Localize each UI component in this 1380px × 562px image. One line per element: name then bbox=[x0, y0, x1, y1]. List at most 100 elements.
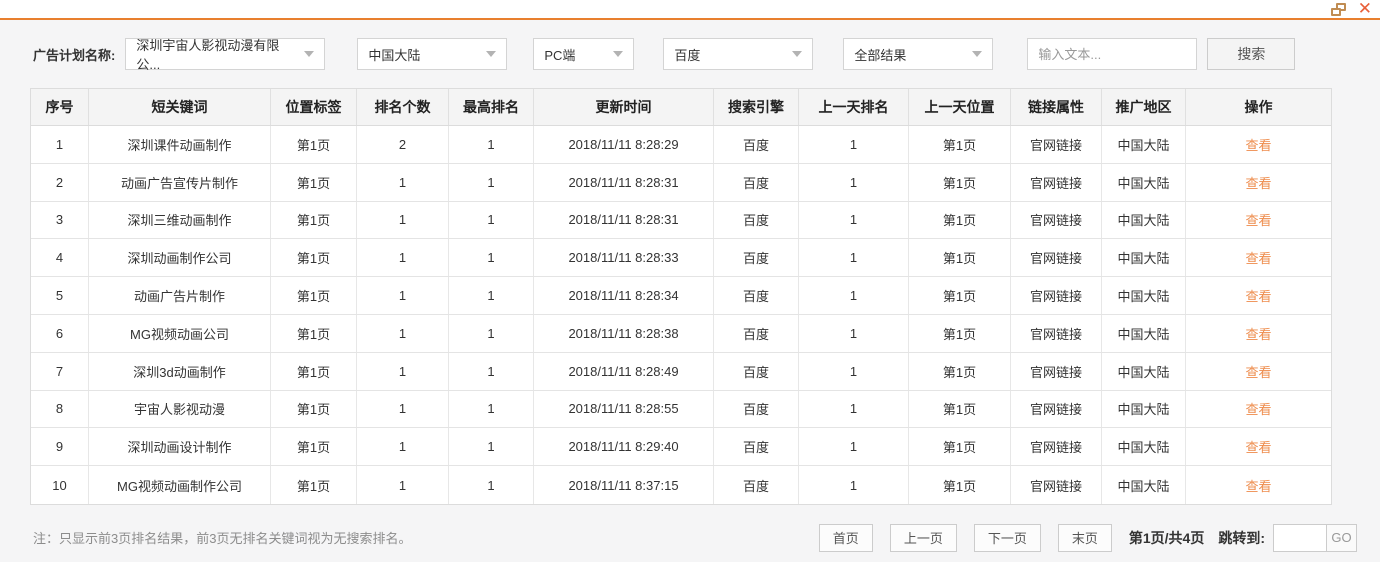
plan-name-label: 广告计划名称: bbox=[33, 47, 116, 63]
cell-link-attribute: 官网链接 bbox=[1011, 466, 1102, 504]
page-info: 第1页/共4页 bbox=[1128, 529, 1205, 546]
table-row: 8 宇宙人影视动漫 第1页 1 1 2018/11/11 8:28:55 百度 1 第1页 官网链… bbox=[31, 390, 1331, 429]
pagination: 首页 上一页 下一页 末页 第1页/共4页 跳转到: GO bbox=[802, 523, 1357, 552]
prev-page-button[interactable]: 上一页 bbox=[889, 523, 957, 552]
cell-update-time: 2018/11/11 8:28:55 bbox=[534, 390, 714, 428]
cell-keyword: 宇宙人影视动漫 bbox=[89, 390, 271, 428]
go-button[interactable]: GO bbox=[1326, 524, 1356, 551]
view-link[interactable]: 查看 bbox=[1245, 286, 1271, 305]
filter-bar: 广告计划名称: 深圳宇宙人影视动漫有限公... 中国大陆 PC端 百度 全部结果… bbox=[33, 38, 1380, 72]
jump-page-input[interactable] bbox=[1274, 524, 1326, 551]
cell-search-engine: 百度 bbox=[714, 163, 799, 201]
cell-link-attribute: 官网链接 bbox=[1011, 390, 1102, 428]
chevron-down-icon bbox=[613, 51, 624, 57]
next-page-button[interactable]: 下一页 bbox=[973, 523, 1041, 552]
cell-keyword: MG视频动画公司 bbox=[89, 314, 271, 352]
cell-best-rank: 1 bbox=[449, 314, 534, 352]
close-window-button[interactable]: ✕ bbox=[1358, 0, 1372, 18]
cell-search-engine: 百度 bbox=[714, 390, 799, 428]
view-link[interactable]: 查看 bbox=[1245, 135, 1271, 154]
cell-action: 查看 bbox=[1186, 277, 1331, 314]
cell-index: 6 bbox=[31, 314, 89, 352]
cell-search-engine: 百度 bbox=[714, 466, 799, 504]
cell-prev-day-rank: 1 bbox=[799, 163, 909, 201]
cell-search-engine: 百度 bbox=[714, 239, 799, 277]
cell-keyword: 深圳课件动画制作 bbox=[89, 126, 271, 163]
cell-search-engine: 百度 bbox=[714, 126, 799, 163]
cell-link-attribute: 官网链接 bbox=[1011, 163, 1102, 201]
cell-link-attribute: 官网链接 bbox=[1011, 126, 1102, 163]
cell-search-engine: 百度 bbox=[714, 277, 799, 314]
cell-update-time: 2018/11/11 8:28:31 bbox=[534, 163, 714, 201]
column-header-rank-count: 排名个数 bbox=[357, 89, 449, 125]
chevron-down-icon bbox=[304, 51, 315, 57]
column-header-prev-day-rank: 上一天排名 bbox=[799, 89, 909, 125]
search-button[interactable]: 搜索 bbox=[1207, 38, 1296, 70]
titlebar: ✕ bbox=[0, 0, 1380, 20]
view-link[interactable]: 查看 bbox=[1245, 437, 1271, 456]
cell-prev-day-rank: 1 bbox=[799, 277, 909, 314]
plan-select[interactable]: 深圳宇宙人影视动漫有限公... bbox=[125, 38, 326, 72]
cell-best-rank: 1 bbox=[449, 428, 534, 466]
cell-link-attribute: 官网链接 bbox=[1011, 239, 1102, 277]
cell-keyword: 深圳动画制作公司 bbox=[89, 239, 271, 277]
cell-update-time: 2018/11/11 8:29:40 bbox=[534, 428, 714, 466]
chevron-down-icon bbox=[972, 51, 983, 57]
table-header-row: 序号 短关键词 位置标签 排名个数 最高排名 更新时间 搜索引擎 上一天排名 上一天位置 链接属性… bbox=[31, 89, 1331, 126]
view-link[interactable]: 查看 bbox=[1245, 476, 1271, 495]
cell-action: 查看 bbox=[1186, 239, 1331, 276]
cell-best-rank: 1 bbox=[449, 390, 534, 428]
region-select-value: 中国大陆 bbox=[368, 47, 421, 63]
cell-keyword: 动画广告片制作 bbox=[89, 277, 271, 314]
cell-action: 查看 bbox=[1186, 466, 1331, 504]
cell-update-time: 2018/11/11 8:28:49 bbox=[534, 352, 714, 390]
chevron-down-icon bbox=[486, 51, 497, 57]
cell-best-rank: 1 bbox=[449, 126, 534, 163]
cell-best-rank: 1 bbox=[449, 239, 534, 277]
view-link[interactable]: 查看 bbox=[1245, 399, 1271, 418]
cell-index: 3 bbox=[31, 201, 89, 239]
view-link[interactable]: 查看 bbox=[1245, 248, 1271, 267]
result-filter-select[interactable]: 全部结果 bbox=[843, 38, 994, 70]
cell-action: 查看 bbox=[1186, 164, 1331, 201]
cell-prev-day-position: 第1页 bbox=[909, 390, 1011, 428]
cell-prev-day-rank: 1 bbox=[799, 390, 909, 428]
device-select[interactable]: PC端 bbox=[533, 38, 635, 70]
view-link[interactable]: 查看 bbox=[1245, 362, 1271, 381]
table-row: 5 动画广告片制作 第1页 1 1 2018/11/11 8:28:34 百度 1 第1页 官网链… bbox=[31, 277, 1331, 315]
cell-promo-region: 中国大陆 bbox=[1102, 201, 1186, 239]
cell-action: 查看 bbox=[1186, 202, 1331, 239]
cell-position-tag: 第1页 bbox=[271, 201, 357, 239]
first-page-button[interactable]: 首页 bbox=[818, 523, 873, 552]
cell-prev-day-position: 第1页 bbox=[909, 239, 1011, 277]
region-select[interactable]: 中国大陆 bbox=[357, 38, 508, 70]
cell-position-tag: 第1页 bbox=[271, 277, 357, 314]
cell-best-rank: 1 bbox=[449, 466, 534, 504]
view-link[interactable]: 查看 bbox=[1245, 210, 1271, 229]
cell-best-rank: 1 bbox=[449, 352, 534, 390]
cell-promo-region: 中国大陆 bbox=[1102, 390, 1186, 428]
cell-prev-day-position: 第1页 bbox=[909, 163, 1011, 201]
cell-prev-day-rank: 1 bbox=[799, 352, 909, 390]
cell-prev-day-rank: 1 bbox=[799, 239, 909, 277]
cell-search-engine: 百度 bbox=[714, 352, 799, 390]
keyword-search-input[interactable] bbox=[1027, 38, 1198, 70]
column-header-link-attribute: 链接属性 bbox=[1011, 89, 1102, 125]
cell-search-engine: 百度 bbox=[714, 201, 799, 239]
restore-window-button[interactable] bbox=[1330, 0, 1346, 18]
cell-action: 查看 bbox=[1186, 353, 1331, 390]
last-page-button[interactable]: 末页 bbox=[1057, 523, 1112, 552]
cell-action: 查看 bbox=[1186, 315, 1331, 352]
view-link[interactable]: 查看 bbox=[1245, 324, 1271, 343]
cell-promo-region: 中国大陆 bbox=[1102, 163, 1186, 201]
cell-prev-day-position: 第1页 bbox=[909, 466, 1011, 504]
cell-position-tag: 第1页 bbox=[271, 428, 357, 466]
cell-prev-day-position: 第1页 bbox=[909, 314, 1011, 352]
cell-best-rank: 1 bbox=[449, 163, 534, 201]
cell-update-time: 2018/11/11 8:28:38 bbox=[534, 314, 714, 352]
view-link[interactable]: 查看 bbox=[1245, 173, 1271, 192]
cell-prev-day-rank: 1 bbox=[799, 126, 909, 163]
engine-select[interactable]: 百度 bbox=[663, 38, 814, 70]
jump-to-label: 跳转到: bbox=[1218, 529, 1265, 546]
close-icon: ✕ bbox=[1357, 0, 1372, 19]
